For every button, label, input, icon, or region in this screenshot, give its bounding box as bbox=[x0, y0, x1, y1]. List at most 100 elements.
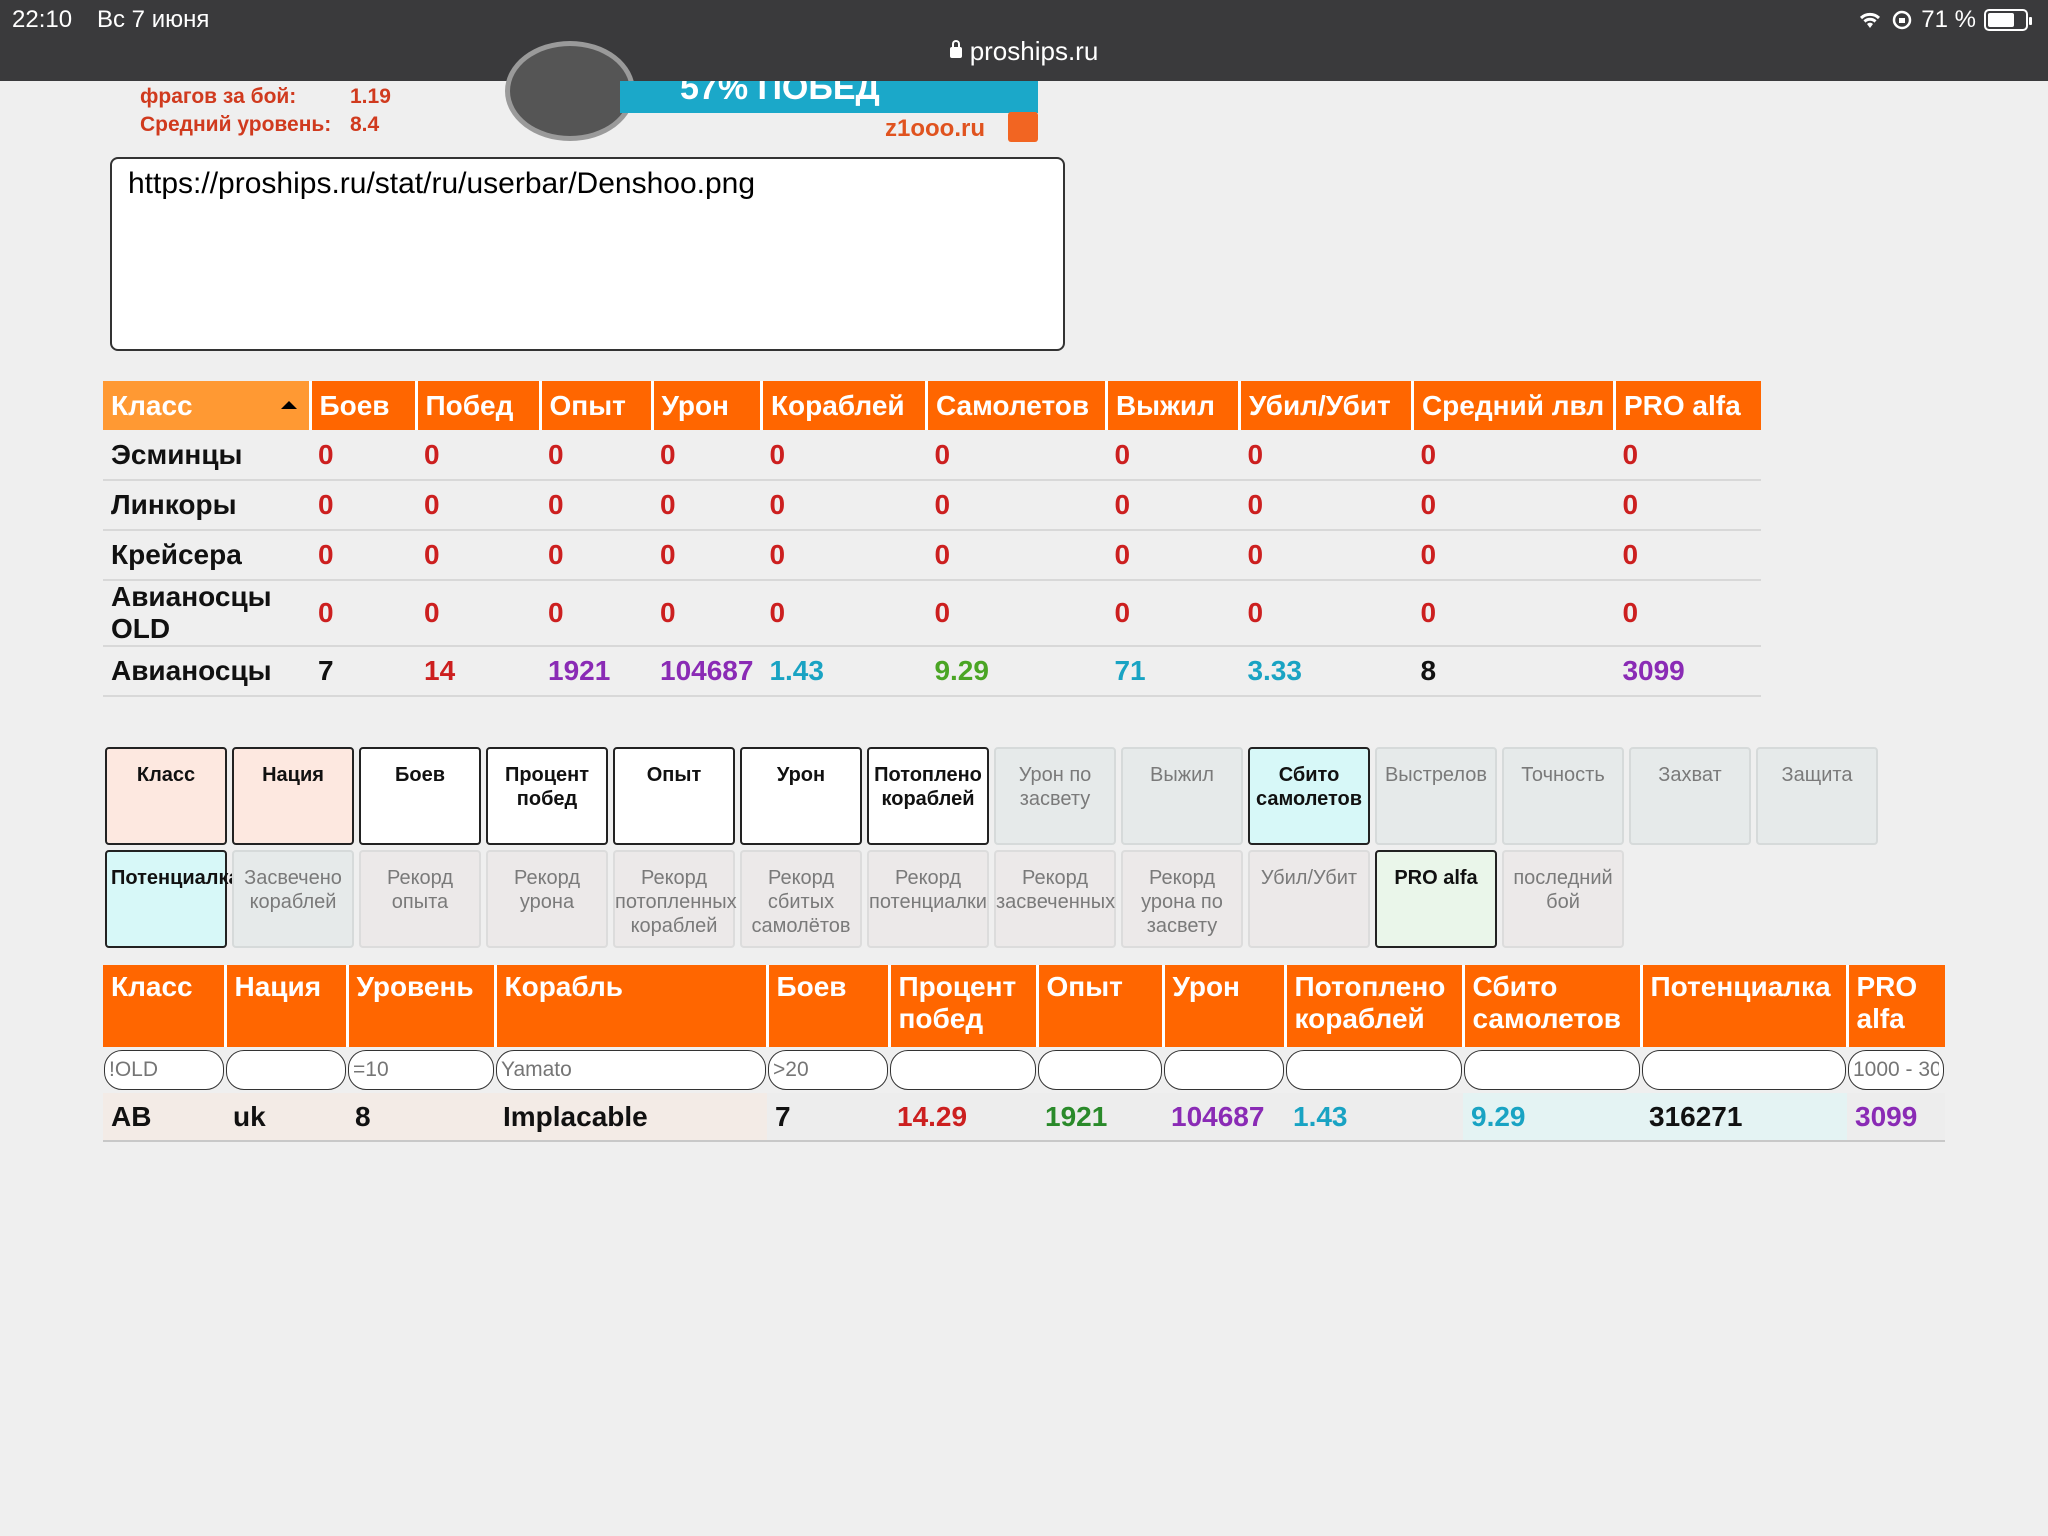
filter-input[interactable] bbox=[1848, 1050, 1944, 1090]
banner-logo-icon bbox=[1008, 112, 1038, 142]
stat-cell: 1.43 bbox=[761, 646, 927, 697]
toggle-row2-0[interactable]: Потенциалка bbox=[105, 850, 240, 948]
col-header-kd[interactable]: Убил/Убит bbox=[1239, 381, 1414, 430]
col-header-wins[interactable]: Побед bbox=[416, 381, 542, 430]
col-header-exp[interactable]: Опыт bbox=[540, 381, 654, 430]
filter-cell bbox=[1037, 1047, 1163, 1093]
stat-cell: 0 bbox=[416, 430, 540, 481]
class-name-cell: Линкоры bbox=[103, 480, 310, 531]
col-header-class[interactable]: Класс bbox=[103, 381, 312, 430]
banner-headline: 57% ПОБЕД bbox=[620, 81, 1038, 113]
table-row: Эсминцы 0 0 0 0 0 0 0 0 0 0 bbox=[103, 430, 1762, 481]
toggle-row2-3[interactable]: Рекорд урона bbox=[486, 850, 608, 948]
col-header-ships[interactable]: Кораблей bbox=[761, 381, 928, 430]
stat-cell: 0 bbox=[1106, 580, 1240, 647]
col-header-avg-level[interactable]: Средний лвл bbox=[1412, 381, 1616, 430]
ships-col-header[interactable]: Уровень bbox=[347, 965, 497, 1047]
filter-input[interactable] bbox=[226, 1050, 346, 1090]
toggle-row1-5[interactable]: Урон bbox=[740, 747, 862, 845]
ships-col-header[interactable]: Потоплено кораблей bbox=[1285, 965, 1465, 1047]
toggle-row1-4[interactable]: Опыт bbox=[613, 747, 735, 845]
col-header-damage[interactable]: Урон bbox=[652, 381, 763, 430]
toggle-row2-1[interactable]: Засвечено кораблей bbox=[232, 850, 354, 948]
banner-value: 8.4 bbox=[350, 113, 380, 136]
toggle-row1-2[interactable]: Боев bbox=[359, 747, 481, 845]
status-date: Вс 7 июня bbox=[97, 6, 210, 33]
toggle-row1-7[interactable]: Урон по засвету bbox=[994, 747, 1116, 845]
address-bar[interactable]: proships.ru bbox=[0, 36, 2048, 67]
ships-header-row: Класс Нация Уровень Корабль Боев Процент побе… bbox=[103, 965, 1945, 1047]
filter-input[interactable] bbox=[1286, 1050, 1462, 1090]
stat-cell: 0 bbox=[1106, 530, 1240, 581]
filter-input[interactable] bbox=[1164, 1050, 1284, 1090]
stat-cell: 0 bbox=[1412, 580, 1615, 647]
toggle-row1-11[interactable]: Точность bbox=[1502, 747, 1624, 845]
ships-col-header[interactable]: PRO alfa bbox=[1847, 965, 1945, 1047]
toggle-row1-13[interactable]: Защита bbox=[1756, 747, 1878, 845]
ships-col-header[interactable]: Потенциалка bbox=[1641, 965, 1849, 1047]
stat-cell: 0 bbox=[761, 530, 927, 581]
toggle-row2-4[interactable]: Рекорд потопленных кораблей bbox=[613, 850, 737, 948]
toggle-row1-6[interactable]: Потоплено кораблей bbox=[867, 747, 989, 845]
ships-col-header[interactable]: Процент побед bbox=[889, 965, 1039, 1047]
toggle-row2-5[interactable]: Рекорд сбитых самолётов bbox=[740, 850, 862, 948]
address-text: proships.ru bbox=[969, 36, 1099, 66]
ship-cell: 14.29 bbox=[889, 1093, 1037, 1142]
filter-input[interactable] bbox=[104, 1050, 224, 1090]
toggle-row1-10[interactable]: Выстрелов bbox=[1375, 747, 1497, 845]
ships-col-header[interactable]: Класс bbox=[103, 965, 227, 1047]
stat-cell: 0 bbox=[652, 580, 762, 647]
userbar-url-textarea[interactable] bbox=[110, 157, 1065, 351]
filter-input[interactable] bbox=[768, 1050, 888, 1090]
stat-cell: 0 bbox=[761, 580, 927, 647]
filter-input[interactable] bbox=[348, 1050, 494, 1090]
banner-label: Средний уровень: bbox=[140, 113, 332, 136]
toggle-row1-3[interactable]: Процент побед bbox=[486, 747, 608, 845]
toggle-row2-10[interactable]: PRO alfa bbox=[1375, 850, 1497, 948]
stat-cell: 0 bbox=[761, 430, 927, 481]
ships-col-header[interactable]: Урон bbox=[1163, 965, 1287, 1047]
stat-cell: 0 bbox=[416, 480, 540, 531]
col-header-planes[interactable]: Самолетов bbox=[926, 381, 1108, 430]
filter-input[interactable] bbox=[1038, 1050, 1162, 1090]
toggle-row2-11[interactable]: последний бой bbox=[1502, 850, 1624, 948]
table-row: Линкоры 0 0 0 0 0 0 0 0 0 0 bbox=[103, 480, 1762, 531]
ships-col-header[interactable]: Опыт bbox=[1037, 965, 1165, 1047]
toggle-row1-12[interactable]: Захват bbox=[1629, 747, 1751, 845]
banner-stats: фрагов за бой: 1.19 Средний уровень: 8.4 bbox=[140, 81, 391, 139]
filter-input[interactable] bbox=[1642, 1050, 1846, 1090]
stat-cell: 0 bbox=[652, 530, 762, 581]
table-row[interactable]: AB uk 8 Implacable 7 14.29 1921 104687 1.43 9.29 3… bbox=[103, 1093, 1945, 1142]
filter-input[interactable] bbox=[1464, 1050, 1640, 1090]
ships-col-header[interactable]: Сбито самолетов bbox=[1463, 965, 1643, 1047]
stat-cell: 9.29 bbox=[926, 646, 1107, 697]
stat-cell: 0 bbox=[416, 530, 540, 581]
toggle-row2-6[interactable]: Рекорд потенциалки bbox=[867, 850, 989, 948]
toggle-row2-7[interactable]: Рекорд засвеченных bbox=[994, 850, 1116, 948]
col-header-pro-alfa[interactable]: PRO alfa bbox=[1614, 381, 1762, 430]
stat-cell: 0 bbox=[540, 580, 652, 647]
col-header-survived[interactable]: Выжил bbox=[1106, 381, 1241, 430]
status-time: 22:10 bbox=[12, 6, 73, 33]
ships-col-header[interactable]: Нация bbox=[225, 965, 349, 1047]
filter-input[interactable] bbox=[890, 1050, 1036, 1090]
battery-icon bbox=[1984, 9, 2032, 31]
toggle-row1-0[interactable]: Класс bbox=[105, 747, 227, 845]
class-stats-header-row: Класс Боев Побед Опыт Урон Кораблей Само… bbox=[103, 381, 1762, 430]
ship-cell: 1921 bbox=[1037, 1093, 1163, 1142]
ships-col-header[interactable]: Корабль bbox=[495, 965, 769, 1047]
toggle-row1-1[interactable]: Нация bbox=[232, 747, 354, 845]
toggle-row1-8[interactable]: Выжил bbox=[1121, 747, 1243, 845]
col-header-battles[interactable]: Боев bbox=[310, 381, 418, 430]
toggle-row2-2[interactable]: Рекорд опыта bbox=[359, 850, 481, 948]
filter-input[interactable] bbox=[496, 1050, 766, 1090]
toggle-row1-9[interactable]: Сбито самолетов bbox=[1248, 747, 1370, 845]
ships-col-header[interactable]: Боев bbox=[767, 965, 891, 1047]
toggle-row2-8[interactable]: Рекорд урона по засвету bbox=[1121, 850, 1243, 948]
filter-cell bbox=[1641, 1047, 1847, 1093]
banner-value: 1.19 bbox=[350, 85, 391, 108]
toggle-row2-9[interactable]: Убил/Убит bbox=[1248, 850, 1370, 948]
filter-cell bbox=[495, 1047, 767, 1093]
stat-cell: 0 bbox=[926, 430, 1107, 481]
stat-cell: 0 bbox=[761, 480, 927, 531]
